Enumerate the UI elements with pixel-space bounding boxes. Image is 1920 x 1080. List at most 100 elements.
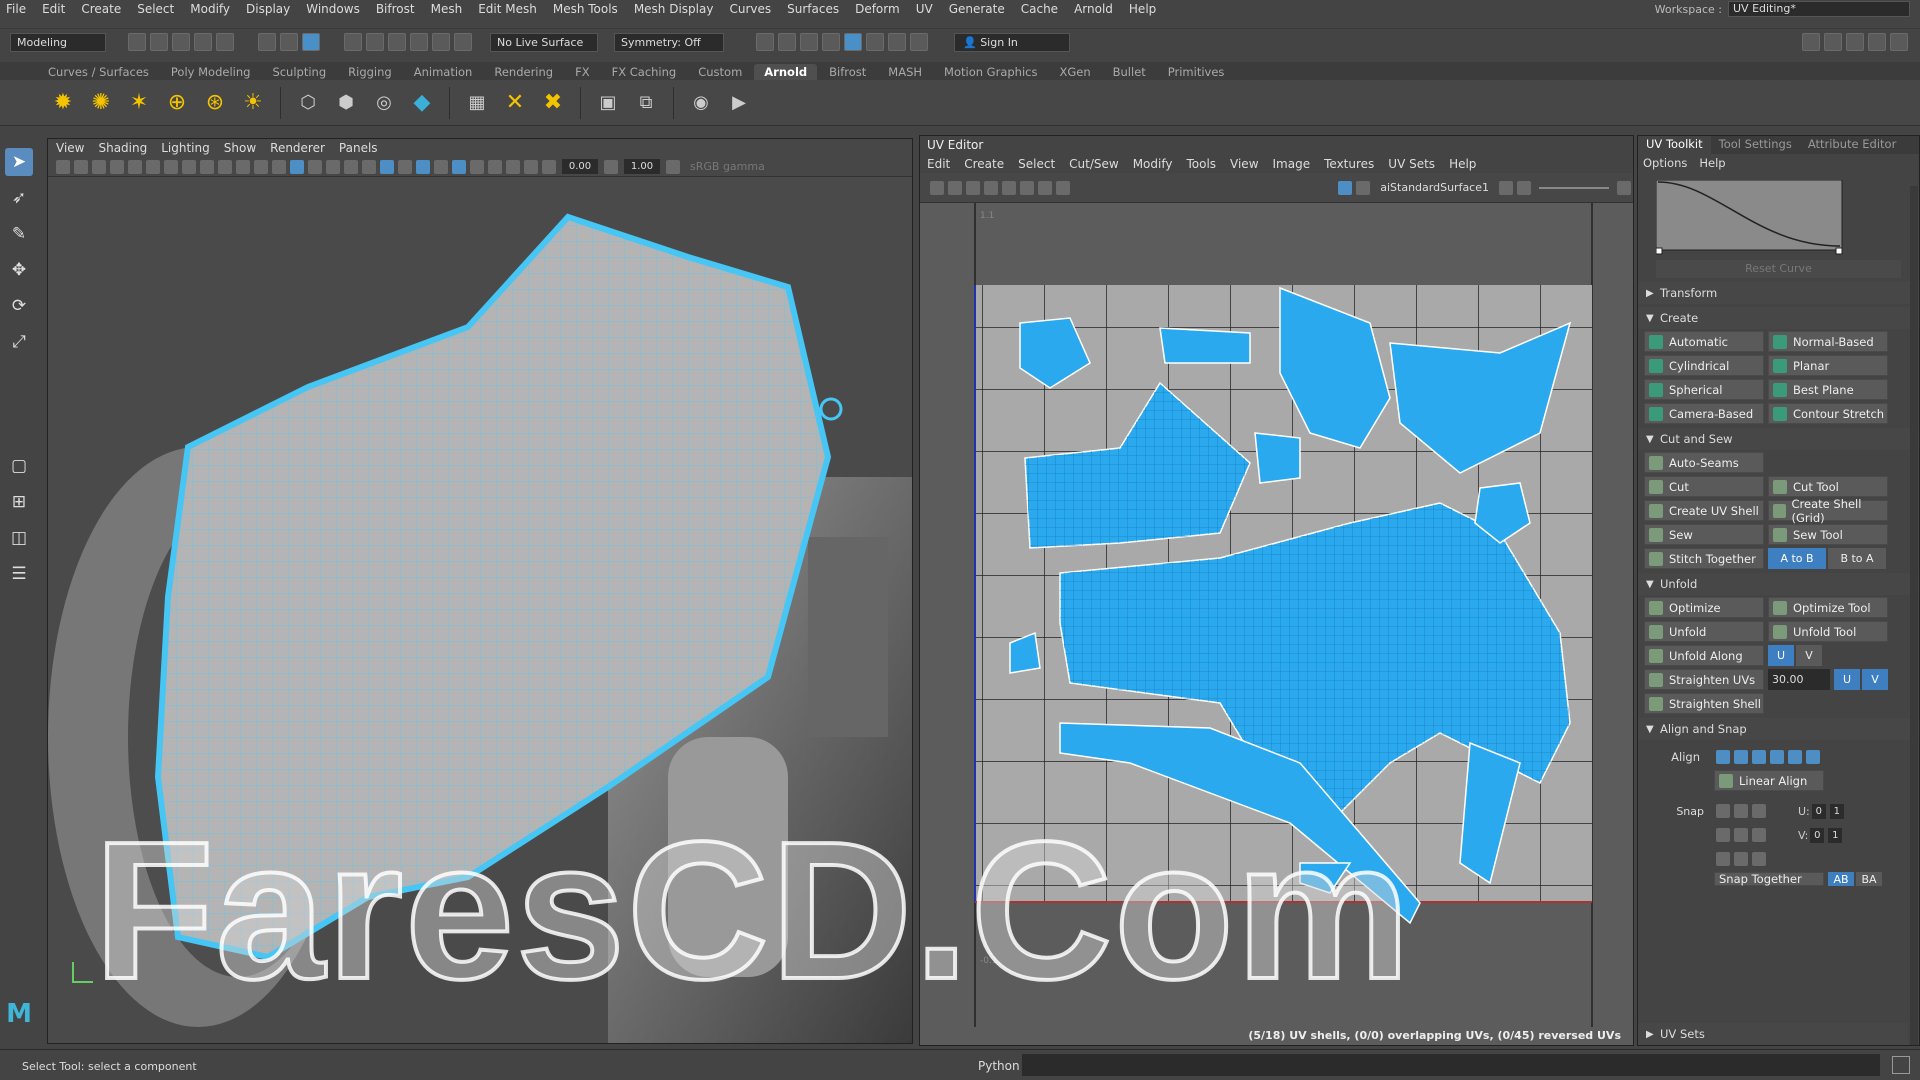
undo-icon[interactable] — [194, 33, 212, 51]
four-view-icon[interactable]: ⊞ — [5, 488, 33, 516]
menu-mesh-display[interactable]: Mesh Display — [634, 2, 714, 16]
tool-settings-icon[interactable] — [1846, 33, 1864, 51]
resolution-gate-icon[interactable] — [200, 159, 214, 174]
align-right-icon[interactable] — [1752, 750, 1766, 764]
snap-bottom-icon[interactable] — [1734, 852, 1748, 866]
snap-top-left-icon[interactable] — [1716, 804, 1730, 818]
grid-display-icon[interactable] — [1002, 180, 1016, 195]
area-light-icon[interactable]: ✹ — [48, 88, 78, 118]
snap-grid-icon[interactable] — [344, 33, 362, 51]
image-plane-icon[interactable] — [110, 159, 124, 174]
shelf-tab-motion-graphics[interactable]: Motion Graphics — [934, 64, 1047, 80]
snap-center-icon[interactable] — [1734, 828, 1748, 842]
outliner-icon[interactable] — [1890, 33, 1908, 51]
menu-display[interactable]: Display — [246, 2, 290, 16]
menu-arnold[interactable]: Arnold — [1074, 2, 1113, 16]
straighten-v-button[interactable]: V — [1862, 669, 1888, 690]
operator-icon[interactable]: ▣ — [593, 88, 623, 118]
clear-cache-icon[interactable]: ✖ — [538, 88, 568, 118]
menu-mesh-tools[interactable]: Mesh Tools — [553, 2, 618, 16]
menu-cache[interactable]: Cache — [1021, 2, 1058, 16]
menu-create[interactable]: Create — [81, 2, 121, 16]
history-icon[interactable] — [454, 33, 472, 51]
curve-collector-icon[interactable]: ◆ — [407, 88, 437, 118]
section-uv-sets[interactable]: ▶ UV Sets — [1638, 1023, 1908, 1045]
optimize-tool-button[interactable]: Optimize Tool — [1768, 597, 1888, 618]
menu-file[interactable]: File — [6, 2, 26, 16]
redo-icon[interactable] — [216, 33, 234, 51]
command-input[interactable] — [1022, 1054, 1880, 1076]
snap-point-icon[interactable] — [388, 33, 406, 51]
workspace-dropdown[interactable]: UV Editing* — [1728, 1, 1910, 17]
snap-v-max-field[interactable]: 1 — [1828, 827, 1843, 843]
menu-select[interactable]: Select — [137, 2, 174, 16]
depth-of-field-icon[interactable] — [452, 159, 466, 174]
toolkit-menu-help[interactable]: Help — [1699, 156, 1725, 170]
section-cut-sew[interactable]: ▼ Cut and Sew — [1638, 428, 1919, 450]
a-to-b-button[interactable]: A to B — [1768, 548, 1826, 569]
pin-icon[interactable] — [1617, 180, 1631, 195]
exposure-icon[interactable] — [542, 159, 556, 174]
auto-seams-button[interactable]: Auto-Seams — [1644, 452, 1764, 473]
gamma-icon[interactable] — [604, 159, 618, 174]
uv-menu-cut-sew[interactable]: Cut/Sew — [1069, 157, 1119, 171]
outliner-layout-icon[interactable]: ☰ — [5, 560, 33, 588]
straighten-u-button[interactable]: U — [1834, 669, 1860, 690]
menu-mesh[interactable]: Mesh — [431, 2, 463, 16]
shelf-tab-rendering[interactable]: Rendering — [484, 64, 563, 80]
shelf-tab-fx-caching[interactable]: FX Caching — [602, 64, 687, 80]
unfold-along-button[interactable]: Unfold Along — [1644, 645, 1764, 666]
dim-image-icon[interactable] — [1517, 180, 1531, 195]
photometric-light-icon[interactable]: ⊕ — [162, 88, 192, 118]
viewport-panel[interactable]: View Shading Lighting Show Renderer Pane… — [47, 138, 913, 1044]
optimize-button[interactable]: Optimize — [1644, 597, 1764, 618]
uv-menu-textures[interactable]: Textures — [1324, 157, 1374, 171]
section-align-snap[interactable]: ▼ Align and Snap — [1638, 718, 1919, 740]
live-surface-field[interactable]: No Live Surface — [490, 32, 598, 52]
shelf-tab-custom[interactable]: Custom — [688, 64, 752, 80]
render-settings-icon[interactable] — [822, 33, 840, 51]
uv-shell[interactable] — [1254, 432, 1301, 484]
contour-stretch-button[interactable]: Contour Stretch — [1768, 403, 1888, 424]
snap-ab-button[interactable]: AB — [1828, 872, 1854, 886]
shelf-tab-mash[interactable]: MASH — [878, 64, 932, 80]
snap-ba-button[interactable]: BA — [1856, 872, 1882, 886]
shelf-tab-bifrost[interactable]: Bifrost — [819, 64, 876, 80]
menu-curves[interactable]: Curves — [729, 2, 771, 16]
shelf-tab-curves-surfaces[interactable]: Curves / Surfaces — [38, 64, 159, 80]
unfold-button[interactable]: Unfold — [1644, 621, 1764, 642]
snap-top-right-icon[interactable] — [1752, 804, 1766, 818]
open-scene-icon[interactable] — [150, 33, 168, 51]
render-frame-icon[interactable] — [778, 33, 796, 51]
standin-icon[interactable]: ⬡ — [293, 88, 323, 118]
vp-menu-view[interactable]: View — [56, 141, 84, 155]
menu-windows[interactable]: Windows — [306, 2, 360, 16]
cut-button[interactable]: Cut — [1644, 476, 1764, 497]
menu-uv[interactable]: UV — [916, 2, 933, 16]
shelf-tab-xgen[interactable]: XGen — [1049, 64, 1100, 80]
vp-menu-lighting[interactable]: Lighting — [161, 141, 210, 155]
tab-tool-settings[interactable]: Tool Settings — [1711, 136, 1800, 154]
two-view-icon[interactable]: ◫ — [5, 524, 33, 552]
python-label[interactable]: Python — [978, 1059, 1020, 1073]
refresh-icon[interactable] — [1499, 180, 1513, 195]
shelf-tab-primitives[interactable]: Primitives — [1158, 64, 1235, 80]
material-dropdown[interactable]: aiStandardSurface1 — [1380, 181, 1489, 194]
shelf-tab-fx[interactable]: FX — [565, 64, 600, 80]
motion-blur-icon[interactable] — [416, 159, 430, 174]
uv-menu-modify[interactable]: Modify — [1133, 157, 1173, 171]
ambient-occlusion-icon[interactable] — [398, 159, 412, 174]
create-uv-shell-button[interactable]: Create UV Shell — [1644, 500, 1764, 521]
sew-tool-button[interactable]: Sew Tool — [1768, 524, 1888, 545]
grease-pencil-icon[interactable] — [146, 159, 160, 174]
snap-bottom-left-icon[interactable] — [1716, 852, 1730, 866]
move-tool-icon[interactable]: ✥ — [5, 256, 33, 284]
single-view-icon[interactable]: ▢ — [5, 452, 33, 480]
section-create[interactable]: ▼ Create — [1638, 307, 1919, 329]
align-center-v-icon[interactable] — [1788, 750, 1802, 764]
uv-menu-edit[interactable]: Edit — [927, 157, 950, 171]
straighten-uvs-button[interactable]: Straighten UVs — [1644, 669, 1764, 690]
select-tool-icon[interactable]: ➤ — [5, 148, 33, 176]
unfold-tool-button[interactable]: Unfold Tool — [1768, 621, 1888, 642]
shelf-tab-animation[interactable]: Animation — [404, 64, 483, 80]
